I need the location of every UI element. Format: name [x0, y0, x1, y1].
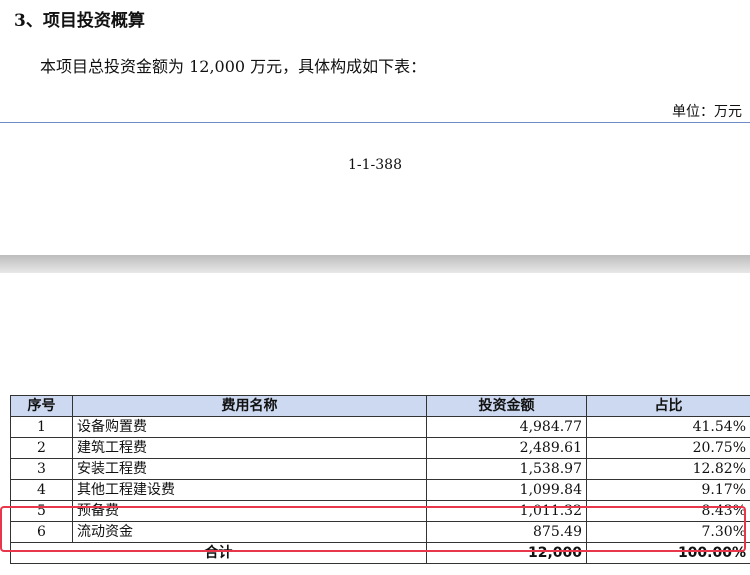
table-row: 3 安装工程费 1,538.97 12.82%	[10, 458, 750, 480]
total-amount: 12,000	[426, 542, 587, 564]
total-ratio: 100.00%	[586, 542, 750, 564]
cell-amount: 2,489.61	[426, 437, 587, 459]
table-row: 5 预备费 1,011.32 8.43%	[10, 500, 750, 522]
table-row: 2 建筑工程费 2,489.61 20.75%	[10, 437, 750, 459]
header-amount: 投资金额	[426, 395, 587, 417]
cell-ratio: 8.43%	[586, 500, 750, 522]
cell-amount: 1,011.32	[426, 500, 587, 522]
cell-name: 建筑工程费	[72, 437, 427, 459]
table-header-row: 序号 费用名称 投资金额 占比	[10, 395, 750, 417]
cell-ratio: 9.17%	[586, 479, 750, 501]
cell-name: 流动资金	[72, 521, 427, 543]
cell-ratio: 12.82%	[586, 458, 750, 480]
cell-index: 1	[10, 416, 73, 438]
table-row: 1 设备购置费 4,984.77 41.54%	[10, 416, 750, 438]
cell-name: 安装工程费	[72, 458, 427, 480]
unit-label: 单位：万元	[672, 104, 742, 120]
cell-index: 6	[10, 521, 73, 543]
cell-index: 2	[10, 437, 73, 459]
cell-name: 预备费	[72, 500, 427, 522]
cell-name: 设备购置费	[72, 416, 427, 438]
cell-amount: 1,538.97	[426, 458, 587, 480]
cell-amount: 4,984.77	[426, 416, 587, 438]
section-heading: 3、项目投资概算	[14, 11, 145, 31]
cell-ratio: 20.75%	[586, 437, 750, 459]
cell-index: 5	[10, 500, 73, 522]
total-label: 合计	[10, 542, 427, 564]
cell-ratio: 7.30%	[586, 521, 750, 543]
investment-table-wrap: 序号 费用名称 投资金额 占比 1 设备购置费 4,984.77 41.54% …	[10, 395, 750, 564]
page-divider	[0, 122, 750, 123]
header-index: 序号	[10, 395, 73, 417]
cell-index: 4	[10, 479, 73, 501]
cell-amount: 1,099.84	[426, 479, 587, 501]
cell-index: 3	[10, 458, 73, 480]
table-total-row: 合计 12,000 100.00%	[10, 542, 750, 564]
table-row: 6 流动资金 875.49 7.30%	[10, 521, 750, 543]
page-number: 1-1-388	[348, 157, 402, 173]
table-row: 4 其他工程建设费 1,099.84 9.17%	[10, 479, 750, 501]
header-name: 费用名称	[72, 395, 427, 417]
page-gap	[0, 255, 750, 273]
investment-table: 序号 费用名称 投资金额 占比 1 设备购置费 4,984.77 41.54% …	[10, 395, 750, 564]
header-ratio: 占比	[586, 395, 750, 417]
cell-name: 其他工程建设费	[72, 479, 427, 501]
cell-ratio: 41.54%	[586, 416, 750, 438]
intro-paragraph: 本项目总投资金额为 12,000 万元，具体构成如下表：	[40, 57, 427, 76]
cell-amount: 875.49	[426, 521, 587, 543]
